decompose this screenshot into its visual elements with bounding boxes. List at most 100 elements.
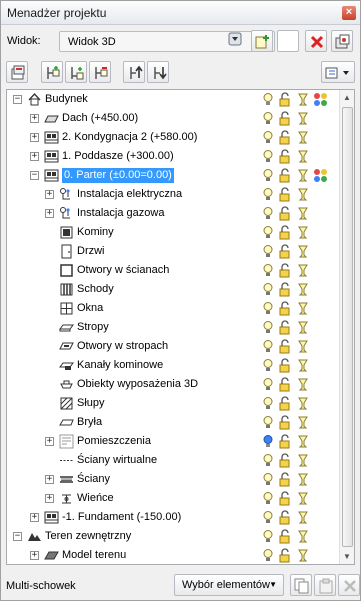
collapse-icon[interactable]: − <box>30 171 39 180</box>
close-icon[interactable]: × <box>342 6 356 20</box>
lock-icon[interactable] <box>279 339 293 357</box>
tree-row[interactable]: − Budynek <box>7 90 340 109</box>
lock-icon[interactable] <box>279 472 293 490</box>
tree-item-label[interactable]: Model terenu <box>62 549 126 561</box>
tree-row[interactable]: Okna <box>7 299 340 318</box>
tree-row[interactable]: − Teren zewnętrzny <box>7 527 340 546</box>
lock-icon[interactable] <box>279 301 293 319</box>
expand-icon[interactable]: + <box>45 190 54 199</box>
print-cup-icon[interactable] <box>297 206 309 224</box>
print-cup-icon[interactable] <box>297 339 309 357</box>
tree-item-label[interactable]: Schody <box>77 283 114 295</box>
visibility-bulb-icon[interactable] <box>262 206 274 224</box>
visibility-bulb-icon[interactable] <box>262 187 274 205</box>
lock-icon[interactable] <box>279 263 293 281</box>
expand-icon[interactable]: + <box>30 152 39 161</box>
tree-item-label[interactable]: Bryła <box>77 416 102 428</box>
visibility-bulb-icon[interactable] <box>262 320 274 338</box>
print-cup-icon[interactable] <box>297 358 309 376</box>
tree-row[interactable]: Otwory w stropach <box>7 337 340 356</box>
new-view-button[interactable] <box>251 30 273 52</box>
visibility-bulb-icon[interactable] <box>262 282 274 300</box>
visibility-bulb-icon[interactable] <box>262 415 274 433</box>
lock-icon[interactable] <box>279 149 293 167</box>
tree-item-label[interactable]: Kominy <box>77 226 114 238</box>
visibility-bulb-icon[interactable] <box>262 244 274 262</box>
lock-icon[interactable] <box>279 111 293 129</box>
lock-icon[interactable] <box>279 130 293 148</box>
print-cup-icon[interactable] <box>297 491 309 509</box>
visibility-bulb-icon[interactable] <box>262 434 274 452</box>
print-cup-icon[interactable] <box>297 415 309 433</box>
properties-button[interactable] <box>6 61 28 83</box>
move-down-button[interactable] <box>147 61 169 83</box>
visibility-bulb-icon[interactable] <box>262 491 274 509</box>
tree-item-label[interactable]: Stropy <box>77 321 109 333</box>
tree-item-label[interactable]: Instalacja gazowa <box>77 207 164 219</box>
scroll-thumb[interactable] <box>342 107 353 547</box>
project-tree[interactable]: − Budynek + Dach (+450.00) +2. Kondygnacja 2… <box>6 89 355 565</box>
print-cup-icon[interactable] <box>297 244 309 262</box>
blank-button[interactable] <box>277 30 299 52</box>
tree-item-label[interactable]: Dach (+450.00) <box>62 112 138 124</box>
delete-view-button[interactable] <box>305 30 327 52</box>
visibility-bulb-icon[interactable] <box>262 111 274 129</box>
visibility-bulb-icon[interactable] <box>262 548 274 564</box>
add-sub-item-button[interactable] <box>65 61 87 83</box>
visibility-bulb-icon[interactable] <box>262 510 274 528</box>
view-settings-button[interactable] <box>331 30 353 52</box>
tree-row[interactable]: Kominy <box>7 223 340 242</box>
lock-icon[interactable] <box>279 206 293 224</box>
tree-row[interactable]: + Model terenu <box>7 546 340 564</box>
clear-button[interactable] <box>338 574 360 596</box>
scroll-up-icon[interactable]: ▲ <box>343 93 351 102</box>
tree-scrollbar[interactable]: ▲ ▼ <box>339 90 354 564</box>
tree-row[interactable]: +1. Poddasze (+300.00) <box>7 147 340 166</box>
visibility-bulb-icon[interactable] <box>262 225 274 243</box>
print-cup-icon[interactable] <box>297 111 309 129</box>
multi-color-icon[interactable] <box>313 168 328 186</box>
expand-icon[interactable]: + <box>45 475 54 484</box>
tree-row[interactable]: Schody <box>7 280 340 299</box>
visibility-bulb-icon[interactable] <box>262 396 274 414</box>
visibility-bulb-icon[interactable] <box>262 92 274 110</box>
print-cup-icon[interactable] <box>297 263 309 281</box>
expand-icon[interactable]: + <box>45 437 54 446</box>
lock-icon[interactable] <box>279 377 293 395</box>
lock-icon[interactable] <box>279 491 293 509</box>
tree-item-label[interactable]: Instalacja elektryczna <box>77 188 182 200</box>
print-cup-icon[interactable] <box>297 282 309 300</box>
print-cup-icon[interactable] <box>297 453 309 471</box>
tree-row[interactable]: Kanały kominowe <box>7 356 340 375</box>
tree-item-label[interactable]: 1. Poddasze (+300.00) <box>62 150 174 162</box>
visibility-bulb-icon[interactable] <box>262 130 274 148</box>
expand-icon[interactable]: + <box>30 133 39 142</box>
tree-row[interactable]: +2. Kondygnacja 2 (+580.00) <box>7 128 340 147</box>
print-cup-icon[interactable] <box>297 187 309 205</box>
expand-icon[interactable]: + <box>30 513 39 522</box>
tree-item-label[interactable]: 2. Kondygnacja 2 (+580.00) <box>62 131 197 143</box>
tree-item-label[interactable]: Ściany <box>77 473 110 485</box>
filter-menu-button[interactable] <box>321 61 355 83</box>
add-item-button[interactable] <box>41 61 63 83</box>
tree-row[interactable]: Obiekty wyposażenia 3D <box>7 375 340 394</box>
tree-item-label[interactable]: Ściany wirtualne <box>77 454 157 466</box>
print-cup-icon[interactable] <box>297 434 309 452</box>
lock-icon[interactable] <box>279 187 293 205</box>
visibility-bulb-icon[interactable] <box>262 149 274 167</box>
print-cup-icon[interactable] <box>297 225 309 243</box>
expand-icon[interactable]: + <box>30 114 39 123</box>
tree-item-label[interactable]: Budynek <box>45 93 88 105</box>
tree-row[interactable]: Bryła <box>7 413 340 432</box>
tree-item-label[interactable]: Okna <box>77 302 103 314</box>
collapse-icon[interactable]: − <box>13 95 22 104</box>
tree-row[interactable]: Drzwi <box>7 242 340 261</box>
lock-icon[interactable] <box>279 396 293 414</box>
lock-icon[interactable] <box>279 92 293 110</box>
paste-button[interactable] <box>314 574 336 596</box>
tree-item-label[interactable]: 0. Parter (±0.00=0.00) <box>62 168 174 183</box>
lock-icon[interactable] <box>279 320 293 338</box>
visibility-bulb-icon[interactable] <box>262 377 274 395</box>
visibility-bulb-icon[interactable] <box>262 358 274 376</box>
tree-item-label[interactable]: Kanały kominowe <box>77 359 163 371</box>
